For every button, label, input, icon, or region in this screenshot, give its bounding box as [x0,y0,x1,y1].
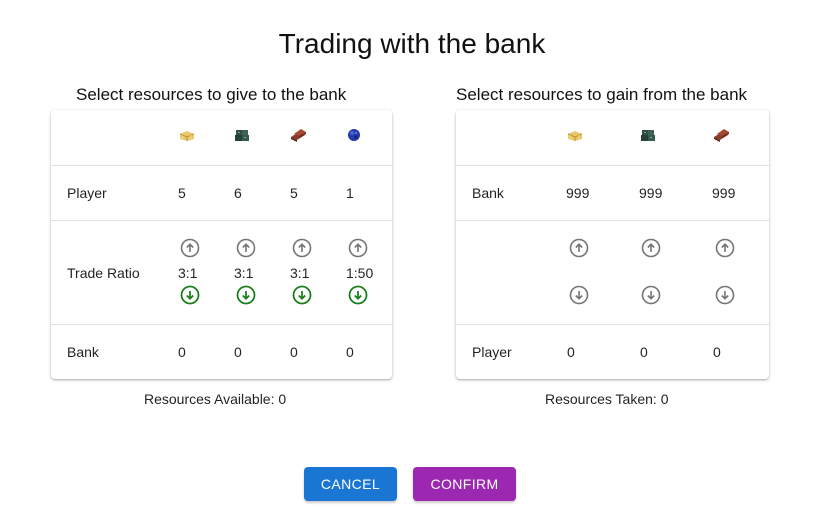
give-increase-button[interactable] [180,238,200,258]
hay-bale-icon [566,128,584,142]
give-table: Player 5 6 5 1 Trade Ratio 3:1 3:1 3:1 1… [51,110,392,379]
trade-ratio-value: 1:50 [346,265,374,281]
cancel-button[interactable]: CANCEL [304,467,397,501]
trade-ratio-value: 3:1 [290,265,310,281]
arrow-down-icon [180,285,200,305]
resources-taken-text: Resources Taken: 0 [545,391,669,407]
give-increase-button[interactable] [236,238,256,258]
trade-ratio-label: Trade Ratio [67,265,140,281]
give-player-value: 5 [290,185,298,201]
arrow-up-icon [641,238,661,258]
give-player-label: Player [67,185,107,201]
brick-stack-icon [712,128,730,142]
confirm-button[interactable]: CONFIRM [413,467,516,501]
gain-bank-row: Bank 999 999 999 [456,166,769,221]
arrow-down-icon [292,285,312,305]
gain-header-row [456,110,769,166]
arrow-down-icon [641,285,661,305]
trade-dialog: Trading with the bank Select resources t… [0,0,824,510]
arrow-down-icon [715,285,735,305]
resources-available-text: Resources Available: 0 [144,391,287,407]
give-decrease-button[interactable] [292,285,312,305]
gain-section-heading: Select resources to gain from the bank [456,85,748,104]
give-decrease-button[interactable] [348,285,368,305]
give-bank-label: Bank [67,344,99,360]
give-decrease-button[interactable] [236,285,256,305]
gain-increase-button[interactable] [569,238,589,258]
gain-player-value: 0 [567,344,575,360]
arrow-up-icon [715,238,735,258]
arrow-down-icon [236,285,256,305]
gain-player-value: 0 [640,344,648,360]
dialog-title: Trading with the bank [278,28,546,59]
gain-bank-value: 999 [566,185,590,201]
give-bank-value: 0 [290,344,298,360]
give-header-row [51,110,392,166]
gain-increase-button[interactable] [641,238,661,258]
arrow-down-icon [348,285,368,305]
give-player-value: 6 [234,185,242,201]
gain-decrease-button[interactable] [641,285,661,305]
arrow-up-icon [569,238,589,258]
brick-stack-icon [289,128,307,142]
give-bank-value: 0 [346,344,354,360]
give-bank-row: Bank 0 0 0 0 [51,325,392,379]
gain-player-label: Player [472,344,512,360]
give-player-row: Player 5 6 5 1 [51,166,392,221]
gain-adjust-row [456,221,769,325]
sheep-wool-icon [345,128,363,142]
give-bank-value: 0 [234,344,242,360]
give-player-value: 5 [178,185,186,201]
trade-ratio-value: 3:1 [234,265,254,281]
arrow-up-icon [236,238,256,258]
gain-increase-button[interactable] [715,238,735,258]
gain-bank-value: 999 [712,185,736,201]
gain-decrease-button[interactable] [715,285,735,305]
gain-decrease-button[interactable] [569,285,589,305]
give-bank-value: 0 [178,344,186,360]
give-decrease-button[interactable] [180,285,200,305]
gain-bank-value: 999 [639,185,663,201]
gain-player-row: Player 0 0 0 [456,325,769,379]
give-increase-button[interactable] [292,238,312,258]
arrow-up-icon [180,238,200,258]
trade-ratio-value: 3:1 [178,265,198,281]
arrow-up-icon [348,238,368,258]
give-player-value: 1 [346,185,354,201]
give-section-heading: Select resources to give to the bank [76,85,347,104]
arrow-down-icon [569,285,589,305]
hay-bale-icon [178,128,196,142]
ore-pile-icon [233,128,251,142]
gain-bank-label: Bank [472,185,504,201]
give-increase-button[interactable] [348,238,368,258]
ore-pile-icon [639,128,657,142]
gain-table: Bank 999 999 999 Player 0 0 0 [456,110,769,379]
trade-ratio-row: Trade Ratio 3:1 3:1 3:1 1:50 [51,221,392,325]
gain-player-value: 0 [713,344,721,360]
arrow-up-icon [292,238,312,258]
